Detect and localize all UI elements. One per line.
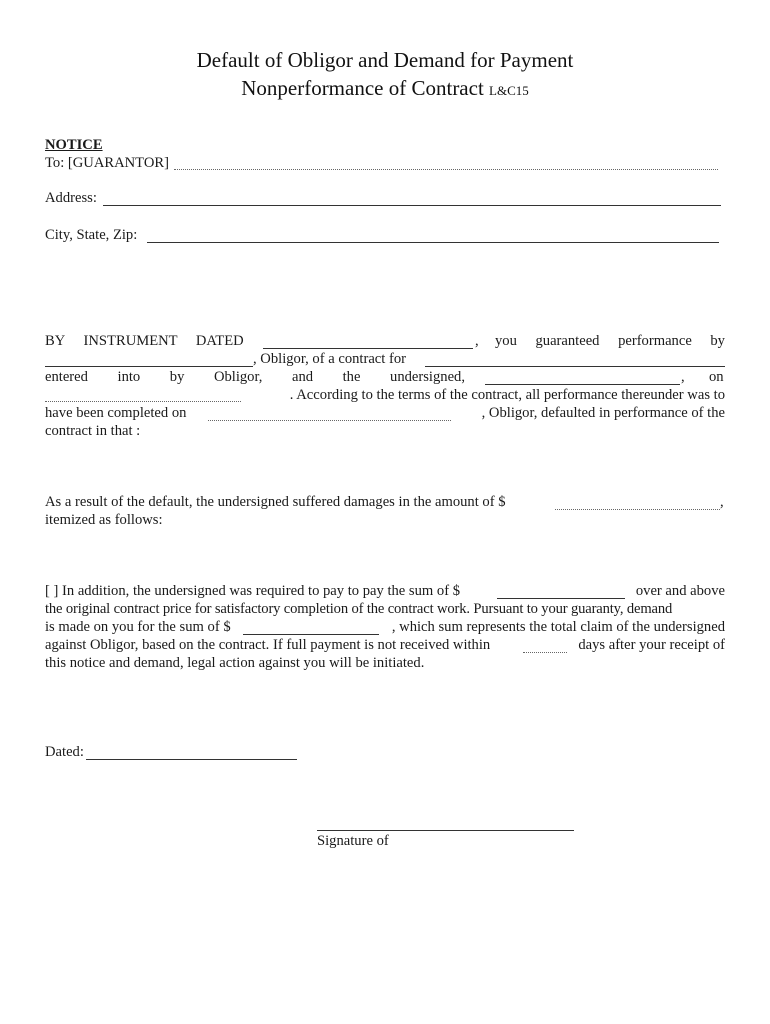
p3-line4-start: against Obligor, based on the contract. …	[45, 637, 491, 653]
city-state-zip-label: City, State, Zip:	[45, 227, 138, 243]
to-label: To: [GUARANTOR]	[45, 155, 169, 171]
word: guaranteed	[535, 333, 600, 349]
word: and	[291, 369, 314, 385]
p1-on: on	[709, 369, 724, 385]
p3-line4-end: days after your receipt of	[578, 637, 725, 653]
p3-line1-start: [ ] In addition, the undersigned was req…	[45, 583, 461, 599]
word: by	[169, 369, 185, 385]
word: you	[495, 333, 517, 349]
document-subtitle: Nonperformance of Contract L&C15	[0, 76, 770, 101]
days-field[interactable]	[523, 652, 567, 653]
p1-line6: contract in that :	[45, 423, 141, 439]
signature-label: Signature of	[317, 833, 389, 849]
word: INSTRUMENT	[83, 333, 178, 349]
p2-comma: ,	[720, 494, 724, 510]
word: performance	[618, 333, 692, 349]
completion-date-field[interactable]	[208, 420, 451, 421]
dated-field[interactable]	[86, 759, 297, 760]
p1-comma-2: ,	[681, 369, 685, 385]
address-label: Address:	[45, 190, 97, 206]
demand-sum-field[interactable]	[243, 634, 379, 635]
p3-line1-end: over and above	[635, 583, 725, 599]
word: DATED	[195, 333, 244, 349]
p2-line2: itemized as follows:	[45, 512, 163, 528]
p1-comma: ,	[475, 333, 479, 349]
p1-line5-start: have been completed on	[45, 405, 187, 421]
city-state-zip-field[interactable]	[147, 242, 719, 243]
word: Obligor,	[213, 369, 263, 385]
word: into	[117, 369, 141, 385]
obligor-name-field[interactable]	[45, 366, 253, 367]
contract-for-field[interactable]	[425, 366, 725, 367]
p3-line2: the original contract price for satisfac…	[45, 601, 673, 617]
signature-line[interactable]	[317, 830, 574, 831]
p3-line3-end: , which sum represents the total claim o…	[391, 619, 725, 635]
subtitle-text: Nonperformance of Contract	[241, 76, 484, 100]
word: by	[710, 333, 725, 349]
dated-label: Dated:	[45, 744, 84, 760]
p1-line4: . According to the terms of the contract…	[289, 387, 725, 403]
damages-amount-field[interactable]	[555, 509, 720, 510]
notice-heading: NOTICE	[45, 137, 103, 153]
instrument-date-field[interactable]	[263, 348, 473, 349]
p1-line5-end: , Obligor, defaulted in performance of t…	[481, 405, 725, 421]
p3-line5: this notice and demand, legal action aga…	[45, 655, 425, 671]
address-field[interactable]	[103, 205, 721, 206]
word: BY	[45, 333, 66, 349]
p1-line1-end: you guaranteed performance by	[495, 333, 725, 350]
guarantor-field[interactable]	[174, 169, 718, 170]
additional-sum-field[interactable]	[497, 598, 625, 599]
word: the	[342, 369, 361, 385]
form-code: L&C15	[489, 83, 529, 98]
undersigned-name-field[interactable]	[485, 384, 680, 385]
p3-line3-start: is made on you for the sum of $	[45, 619, 231, 635]
document-title: Default of Obligor and Demand for Paymen…	[196, 48, 574, 72]
word: undersigned,	[390, 369, 465, 385]
p2-line1: As a result of the default, the undersig…	[45, 494, 506, 510]
contract-date-field[interactable]	[45, 401, 241, 402]
word: entered	[45, 369, 88, 385]
p1-line3-start: entered into by Obligor, and the undersi…	[45, 369, 465, 386]
p1-line2: , Obligor, of a contract for	[253, 351, 406, 367]
p1-line1-start: BY INSTRUMENT DATED	[45, 333, 244, 350]
